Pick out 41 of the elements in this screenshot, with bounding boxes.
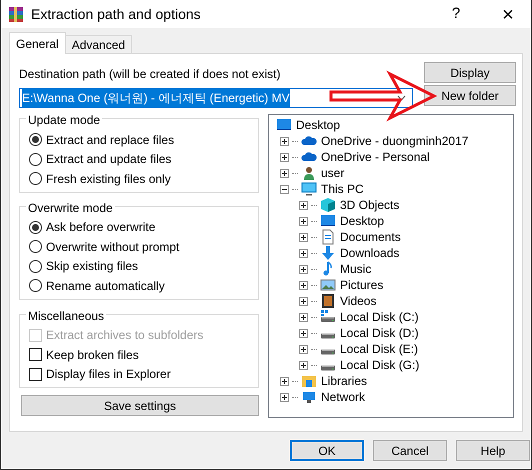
tree-item[interactable]: OneDrive - duongminh2017 [321, 132, 468, 150]
option-label[interactable]: Ask before overwrite [46, 218, 156, 236]
tree-item[interactable]: Documents [340, 228, 401, 246]
tree-item[interactable]: Desktop [340, 212, 384, 230]
tree-item[interactable]: Pictures [340, 276, 384, 294]
tab[interactable]: General [9, 32, 66, 54]
option-label[interactable]: Display files in Explorer [46, 365, 171, 384]
side-button[interactable]: New folder [424, 85, 516, 106]
dialog-button[interactable]: OK [290, 440, 364, 461]
destination-label: Destination path (will be created if does not exist) [19, 66, 282, 83]
option-label[interactable]: Keep broken files [46, 346, 139, 364]
option-label[interactable]: Extract and update files [46, 150, 172, 168]
option-label[interactable]: Fresh existing files only [46, 170, 171, 188]
tree-item[interactable]: Local Disk (D:) [340, 324, 419, 342]
dialog-button[interactable]: Help [456, 440, 530, 461]
tree-item[interactable]: Local Disk (G:) [340, 356, 420, 374]
tree-item[interactable]: Network [321, 388, 366, 406]
tree-item[interactable]: This PC [321, 180, 364, 198]
tree-item[interactable]: Desktop [296, 116, 340, 134]
help-button[interactable]: ? [441, 0, 471, 28]
tree-item[interactable]: Videos [340, 292, 376, 310]
tab[interactable]: Advanced [64, 35, 132, 53]
tree-item[interactable]: Music [340, 260, 372, 278]
tree-item[interactable]: 3D Objects [340, 196, 400, 214]
close-button[interactable]: × [485, 0, 531, 28]
option-label[interactable]: Skip existing files [46, 257, 138, 276]
tree-item[interactable]: user [321, 164, 344, 182]
dialog-button[interactable]: Cancel [373, 440, 447, 461]
save-settings-button[interactable]: Save settings [21, 395, 259, 416]
window-title: Extraction path and options [31, 4, 201, 24]
option-label[interactable]: Extract and replace files [46, 130, 174, 149]
tree-item[interactable]: OneDrive - Personal [321, 148, 430, 166]
destination-combo[interactable]: E:\Wanna One (워너원) - 에너제틱 (Energetic) MV [19, 88, 413, 108]
option-label[interactable]: Rename automatically [46, 276, 165, 295]
destination-path-text: E:\Wanna One (워너원) - 에너제틱 (Energetic) MV [22, 89, 290, 107]
tree-item[interactable]: Local Disk (C:) [340, 308, 419, 326]
side-button[interactable]: Display [424, 62, 516, 83]
option-label[interactable]: Overwrite without prompt [46, 238, 180, 256]
tree-item[interactable]: Libraries [321, 372, 368, 390]
tree-item[interactable]: Downloads [340, 244, 400, 262]
tree-item[interactable]: Local Disk (E:) [340, 340, 418, 358]
